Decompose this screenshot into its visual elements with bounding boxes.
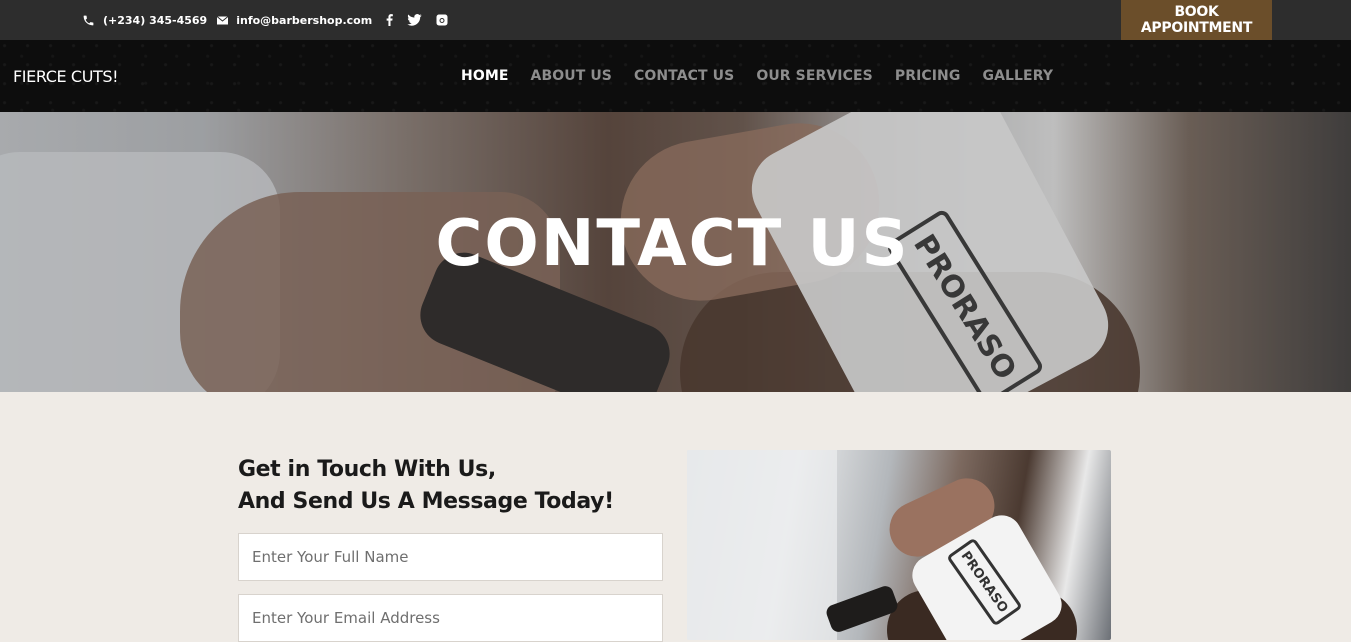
nav-home[interactable]: HOME	[461, 68, 509, 84]
nav-about-us[interactable]: ABOUT US	[531, 68, 612, 84]
main-navbar: FIERCE CUTS! HOME ABOUT US CONTACT US OU…	[0, 40, 1351, 112]
email-item[interactable]: info@barbershop.com	[217, 14, 372, 27]
instagram-icon[interactable]	[436, 14, 448, 26]
nav-gallery[interactable]: GALLERY	[982, 68, 1053, 84]
nav-pricing[interactable]: PRICING	[895, 68, 961, 84]
page-title: CONTACT US	[435, 207, 910, 281]
contact-photo-coat	[687, 450, 837, 640]
twitter-icon[interactable]	[407, 14, 422, 26]
contact-photo: PRORASO	[687, 450, 1111, 640]
logo[interactable]: FIERCE CUTS!	[13, 67, 119, 86]
main-nav: HOME ABOUT US CONTACT US OUR SERVICES PR…	[461, 68, 1053, 84]
contact-heading-line1: Get in Touch With Us,	[238, 457, 496, 482]
contact-heading-line2: And Send Us A Message Today!	[238, 489, 614, 514]
nav-our-services[interactable]: OUR SERVICES	[756, 68, 873, 84]
contact-info: (+234) 345-4569 info@barbershop.com	[82, 0, 448, 40]
facebook-icon[interactable]	[386, 14, 394, 26]
hero-banner: PRORASO CONTACT US	[0, 112, 1351, 392]
contact-section	[0, 392, 1351, 629]
nav-contact-us[interactable]: CONTACT US	[634, 68, 734, 84]
mail-icon	[217, 15, 229, 24]
phone-number: (+234) 345-4569	[103, 13, 208, 27]
contact-heading: Get in Touch With Us, And Send Us A Mess…	[238, 454, 614, 518]
phone-item[interactable]: (+234) 345-4569	[82, 14, 207, 27]
phone-icon	[83, 15, 94, 25]
email-address: info@barbershop.com	[236, 13, 373, 27]
book-appointment-button[interactable]: BOOK APPOINTMENT	[1121, 0, 1272, 40]
full-name-input[interactable]	[238, 533, 663, 581]
email-input[interactable]	[238, 594, 663, 642]
top-bar: (+234) 345-4569 info@barbershop.com BOOK…	[0, 0, 1351, 40]
